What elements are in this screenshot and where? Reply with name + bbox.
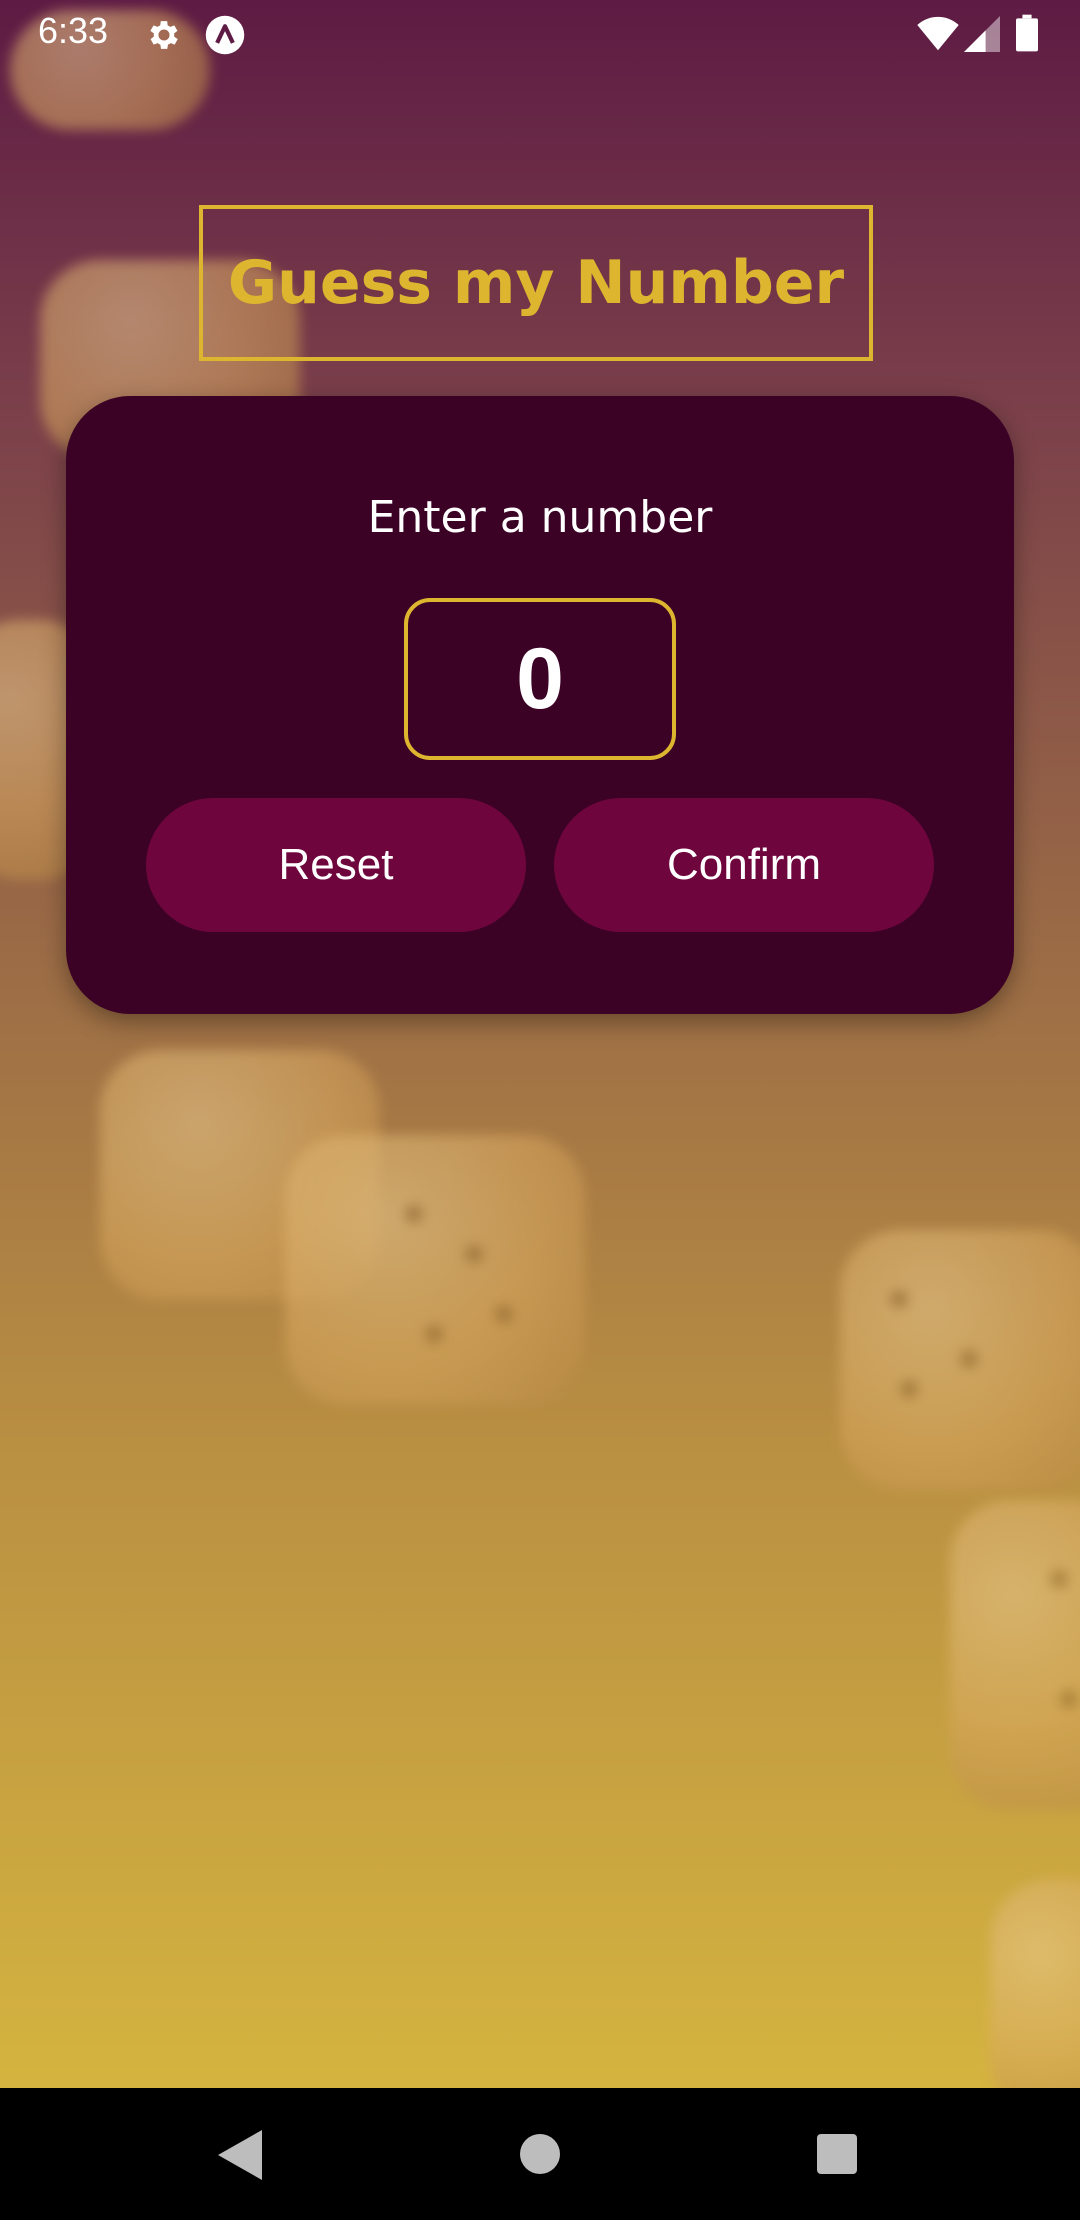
input-prompt: Enter a number <box>367 492 713 543</box>
navigation-bar <box>0 2088 1080 2220</box>
recents-icon[interactable] <box>817 2134 857 2174</box>
reset-button[interactable]: Reset <box>146 798 526 932</box>
battery-icon <box>1016 14 1038 52</box>
wifi-icon <box>917 16 959 51</box>
status-time: 6:33 <box>38 10 109 51</box>
background-die <box>840 1230 1080 1490</box>
gear-icon <box>150 21 178 49</box>
home-icon[interactable] <box>520 2134 560 2174</box>
number-input-card: Enter a number Reset Confirm <box>66 396 1014 1014</box>
app-notification-icon <box>205 15 245 55</box>
page-title: Guess my Number <box>227 248 845 318</box>
screen: 6:33 Guess my Number Enter a number Rese… <box>0 0 1080 2220</box>
signal-icon <box>964 16 1000 52</box>
background-die <box>285 1135 585 1405</box>
back-icon[interactable] <box>218 2130 262 2180</box>
status-bar: 6:33 <box>0 0 1080 68</box>
number-input[interactable] <box>404 598 676 760</box>
background-die <box>950 1500 1080 1810</box>
title-box: Guess my Number <box>199 205 873 361</box>
confirm-button[interactable]: Confirm <box>554 798 934 932</box>
background-die <box>990 1880 1080 2120</box>
